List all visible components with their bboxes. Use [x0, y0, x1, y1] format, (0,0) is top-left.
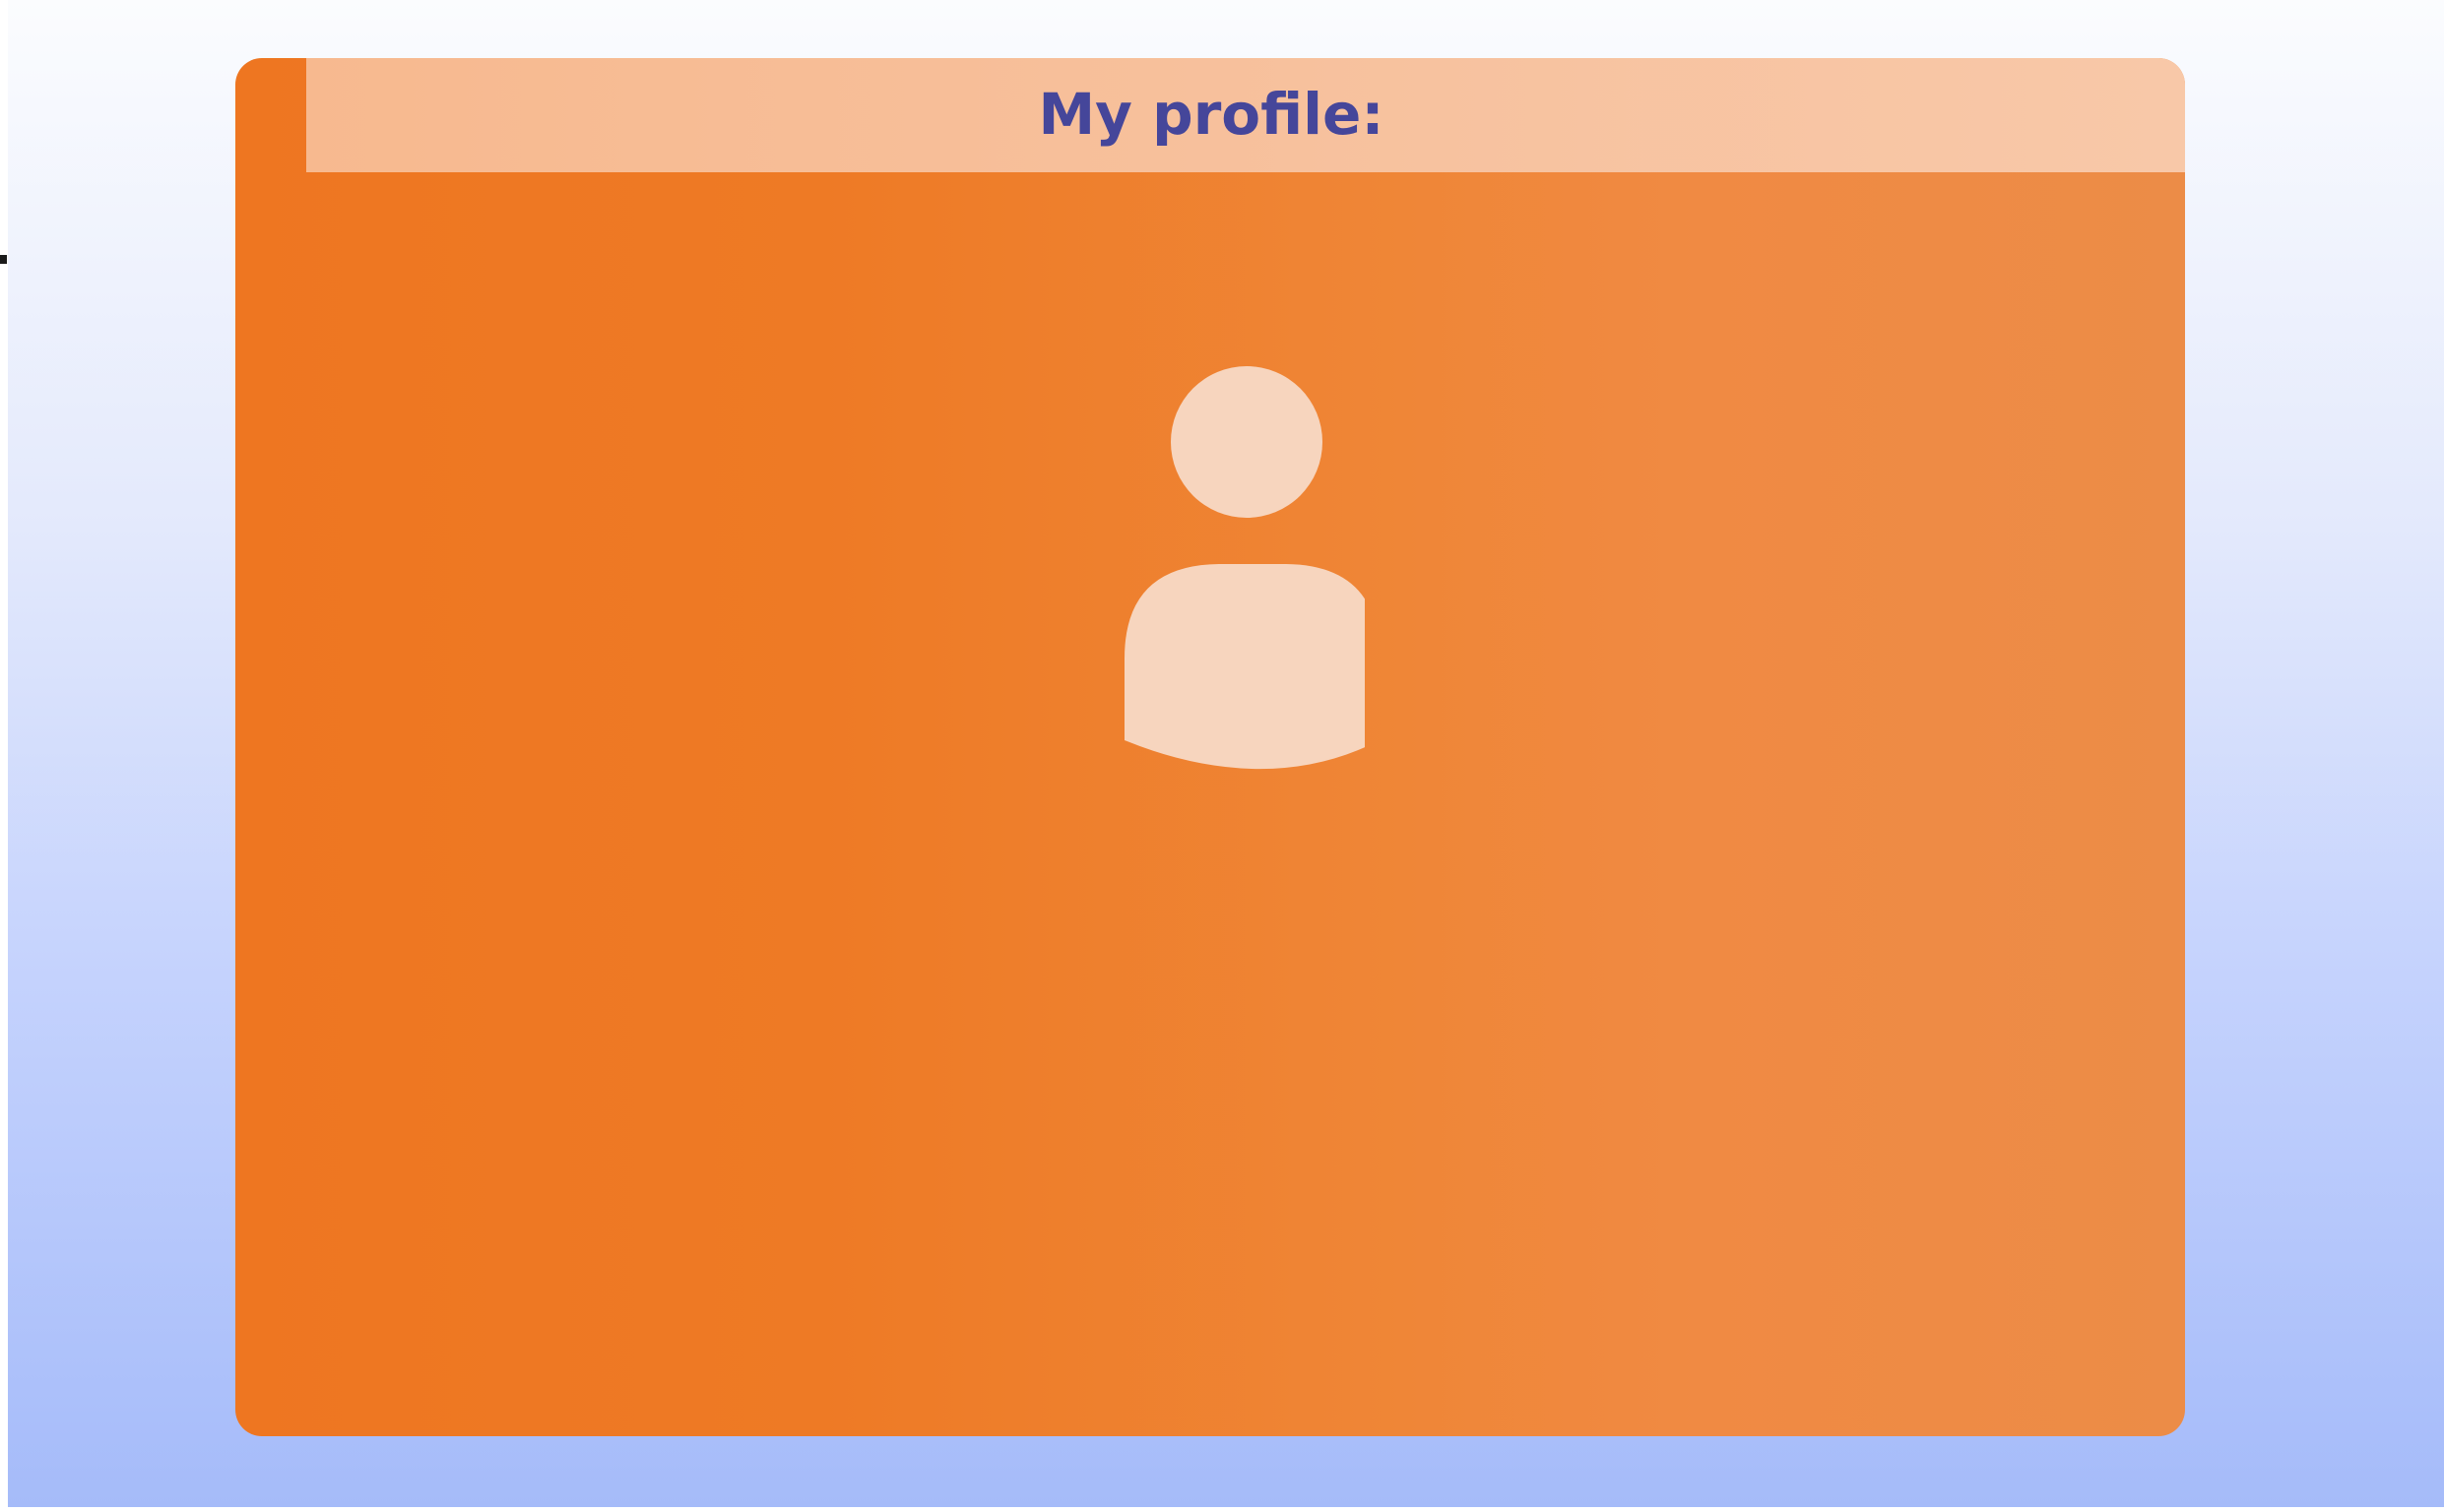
- avatar-body: [1125, 564, 1365, 770]
- profile-header: My profile:: [306, 58, 2185, 172]
- avatar-head: [1171, 366, 1322, 518]
- profile-card: My profile:: [235, 58, 2185, 1436]
- edge-marker: [0, 255, 7, 264]
- page-title: My profile:: [1038, 81, 1384, 148]
- user-avatar-icon: [1125, 366, 1365, 770]
